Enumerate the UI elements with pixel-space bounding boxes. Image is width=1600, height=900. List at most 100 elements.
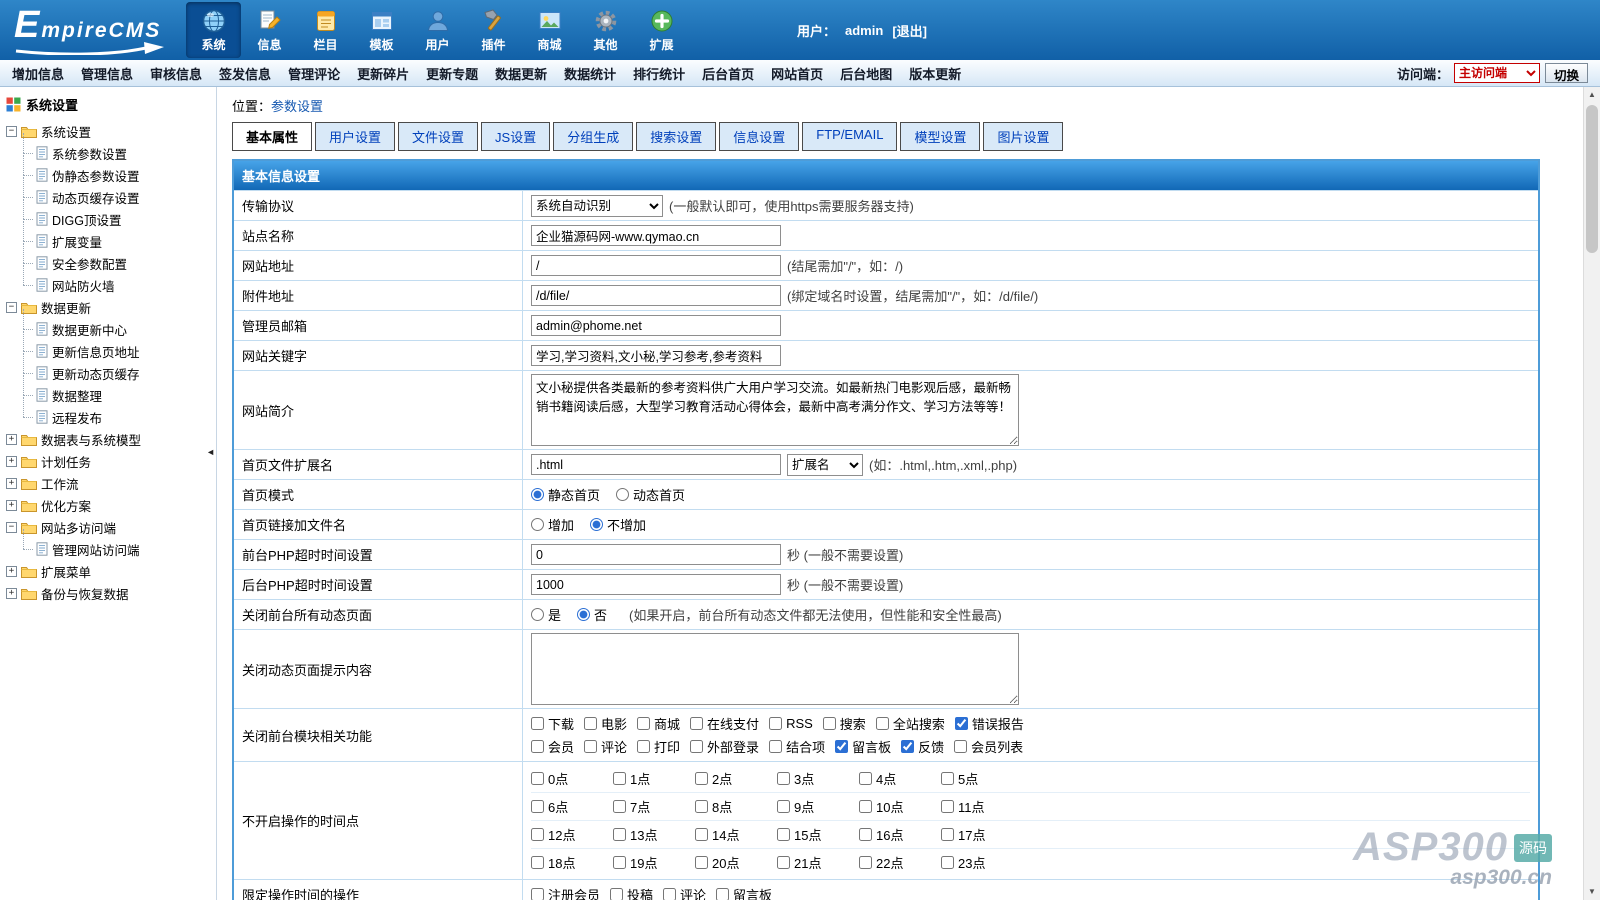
menubar-item[interactable]: 后台地图 [840,64,892,83]
tab-0[interactable]: 基本属性 [232,122,312,151]
tab-9[interactable]: 图片设置 [983,122,1063,151]
textarea-input[interactable] [531,633,1019,705]
text-input[interactable] [531,345,781,366]
tree-item[interactable]: 更新信息页地址 [36,340,210,362]
nav-other[interactable]: 其他 [578,2,633,58]
menubar-item[interactable]: 版本更新 [909,64,961,83]
checkbox-option[interactable]: 2点 [695,769,777,788]
checkbox-option[interactable]: 5点 [941,769,1023,788]
checkbox-option[interactable]: RSS [769,716,813,731]
checkbox-option[interactable]: 17点 [941,825,1023,844]
checkbox-option[interactable]: 12点 [531,825,613,844]
tree-item[interactable]: DIGG顶设置 [36,208,210,230]
nav-user[interactable]: 用户 [410,2,465,58]
tab-8[interactable]: 模型设置 [900,122,980,151]
collapse-icon[interactable]: − [6,302,17,313]
scrollbar[interactable]: ▲ ▼ [1583,87,1600,900]
checkbox-option[interactable]: 4点 [859,769,941,788]
menubar-item[interactable]: 签发信息 [219,64,271,83]
checkbox-option[interactable]: 23点 [941,853,1023,872]
scroll-up-button[interactable]: ▲ [1584,87,1600,103]
checkbox-option[interactable]: 21点 [777,853,859,872]
expand-icon[interactable]: + [6,434,17,445]
checkbox-option[interactable]: 投稿 [610,885,653,900]
tab-6[interactable]: 信息设置 [719,122,799,151]
checkbox-option[interactable]: 19点 [613,853,695,872]
text-input[interactable] [531,255,781,276]
checkbox-option[interactable]: 15点 [777,825,859,844]
tree-item[interactable]: 远程发布 [36,406,210,428]
nav-template[interactable]: 模板 [354,2,409,58]
tree-folder[interactable]: −数据更新 [6,296,210,318]
tab-4[interactable]: 分组生成 [553,122,633,151]
checkbox-option[interactable]: 会员 [531,737,574,756]
menubar-item[interactable]: 后台首页 [702,64,754,83]
nav-column[interactable]: 栏目 [298,2,353,58]
checkbox-option[interactable]: 搜索 [823,714,866,733]
tree-folder[interactable]: +扩展菜单 [6,560,210,582]
menubar-item[interactable]: 审核信息 [150,64,202,83]
text-input[interactable] [531,285,781,306]
expand-icon[interactable]: + [6,500,17,511]
checkbox-option[interactable]: 错误报告 [955,714,1024,733]
scrollbar-thumb[interactable] [1586,105,1598,253]
nav-mall[interactable]: 商城 [522,2,577,58]
tree-folder[interactable]: +数据表与系统模型 [6,428,210,450]
checkbox-option[interactable]: 会员列表 [954,737,1023,756]
tree-item[interactable]: 安全参数配置 [36,252,210,274]
expand-icon[interactable]: + [6,478,17,489]
switch-button[interactable]: 切换 [1545,63,1588,83]
sidebar-collapse-handle[interactable]: ◄ [206,447,215,457]
checkbox-option[interactable]: 3点 [777,769,859,788]
menubar-item[interactable]: 排行统计 [633,64,685,83]
nav-plugin[interactable]: 插件 [466,2,521,58]
expand-icon[interactable]: + [6,588,17,599]
tree-item[interactable]: 系统参数设置 [36,142,210,164]
radio-option[interactable]: 不增加 [590,515,646,534]
tab-3[interactable]: JS设置 [481,122,550,151]
checkbox-option[interactable]: 结合项 [769,737,825,756]
extension-select[interactable]: 扩展名 [787,454,863,476]
checkbox-option[interactable]: 8点 [695,797,777,816]
menubar-item[interactable]: 增加信息 [12,64,64,83]
expand-icon[interactable]: + [6,456,17,467]
logout-link[interactable]: [退出] [892,21,927,40]
nav-system[interactable]: 系统 [186,2,241,58]
checkbox-option[interactable]: 16点 [859,825,941,844]
expand-icon[interactable]: + [6,566,17,577]
tree-folder[interactable]: +工作流 [6,472,210,494]
tree-item[interactable]: 网站防火墙 [36,274,210,296]
access-select[interactable]: 主访问端 [1454,63,1540,83]
tree-item[interactable]: 动态页缓存设置 [36,186,210,208]
checkbox-option[interactable]: 7点 [613,797,695,816]
tree-folder[interactable]: −网站多访问端 [6,516,210,538]
checkbox-option[interactable]: 18点 [531,853,613,872]
checkbox-option[interactable]: 14点 [695,825,777,844]
checkbox-option[interactable]: 电影 [584,714,627,733]
text-input[interactable] [531,315,781,336]
nav-extend[interactable]: 扩展 [634,2,689,58]
tree-item[interactable]: 管理网站访问端 [36,538,210,560]
collapse-icon[interactable]: − [6,126,17,137]
scroll-down-button[interactable]: ▼ [1584,884,1600,900]
checkbox-option[interactable]: 全站搜索 [876,714,945,733]
breadcrumb-link[interactable]: 参数设置 [271,99,323,114]
menubar-item[interactable]: 管理评论 [288,64,340,83]
radio-option[interactable]: 是 [531,605,561,624]
nav-info[interactable]: 信息 [242,2,297,58]
menubar-item[interactable]: 更新碎片 [357,64,409,83]
tree-item[interactable]: 数据更新中心 [36,318,210,340]
tree-item[interactable]: 更新动态页缓存 [36,362,210,384]
text-input[interactable] [531,225,781,246]
radio-option[interactable]: 静态首页 [531,485,600,504]
checkbox-option[interactable]: 注册会员 [531,885,600,900]
menubar-item[interactable]: 更新专题 [426,64,478,83]
tab-7[interactable]: FTP/EMAIL [802,122,897,151]
menubar-item[interactable]: 数据统计 [564,64,616,83]
checkbox-option[interactable]: 留言板 [835,737,891,756]
checkbox-option[interactable]: 11点 [941,797,1023,816]
textarea-input[interactable]: 文小秘提供各类最新的参考资料供广大用户学习交流。如最新热门电影观后感，最新畅销书… [531,374,1019,446]
menubar-item[interactable]: 管理信息 [81,64,133,83]
text-input[interactable] [531,574,781,595]
tab-2[interactable]: 文件设置 [398,122,478,151]
